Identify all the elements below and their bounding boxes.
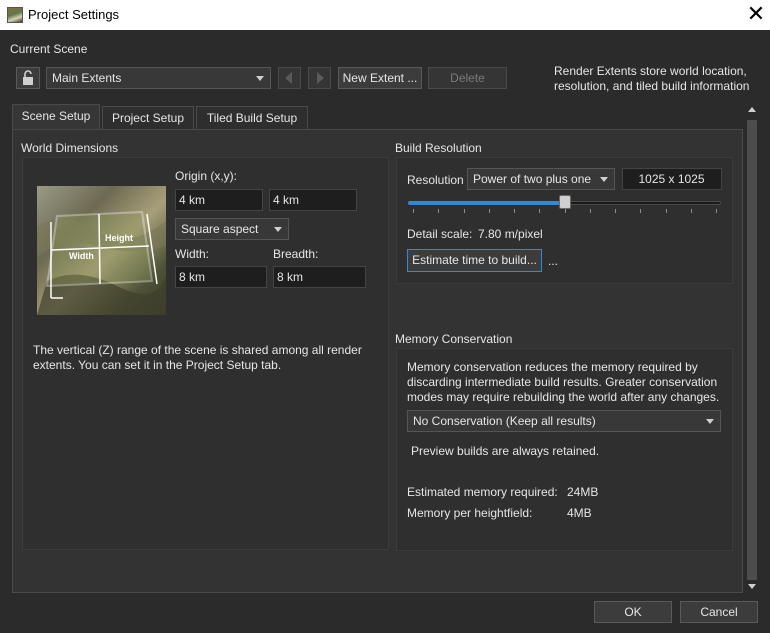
- detail-scale-value: 7.80 m/pixel: [478, 227, 543, 241]
- app-icon: [7, 7, 23, 23]
- origin-x-input[interactable]: 4 km: [175, 189, 263, 211]
- estimate-time-button[interactable]: Estimate time to build...: [407, 249, 542, 272]
- chevron-down-icon: [706, 419, 714, 424]
- resolution-slider-fill: [408, 201, 565, 205]
- conservation-mode-value: No Conservation (Keep all results): [413, 414, 596, 428]
- extent-select-value: Main Extents: [52, 71, 122, 85]
- preview-note: Preview builds are always retained.: [411, 444, 600, 458]
- est-memory-value: 24MB: [567, 485, 599, 499]
- close-icon[interactable]: ✕: [742, 0, 770, 30]
- chevron-down-icon: [256, 76, 264, 81]
- extent-info-line2: resolution, and tiled build information: [554, 79, 750, 93]
- origin-y-input[interactable]: 4 km: [269, 189, 357, 211]
- resolution-mode-select[interactable]: Power of two plus one: [467, 168, 615, 190]
- breadth-label: Breadth:: [273, 247, 319, 261]
- cancel-button[interactable]: Cancel: [680, 601, 758, 623]
- unlock-icon: [23, 70, 33, 85]
- slider-tick: [438, 209, 439, 213]
- arrow-left-icon: [285, 72, 292, 84]
- slider-tick: [691, 209, 692, 213]
- extent-info-line1: Render Extents store world location,: [554, 64, 747, 78]
- scroll-up-icon[interactable]: [747, 104, 757, 116]
- prev-extent-button[interactable]: [278, 67, 301, 89]
- slider-tick: [640, 209, 641, 213]
- build-resolution-heading: Build Resolution: [395, 141, 482, 155]
- tab-project-setup[interactable]: Project Setup: [102, 106, 194, 131]
- slider-tick: [514, 209, 515, 213]
- memory-desc-line2: discarding intermediate build results. G…: [407, 375, 718, 389]
- memory-desc-line1: Memory conservation reduces the memory r…: [407, 360, 698, 374]
- thumb-height-label: Height: [105, 233, 133, 243]
- resolution-mode-value: Power of two plus one: [473, 172, 592, 186]
- z-range-note-line2: extents. You can set it in the Project S…: [33, 358, 282, 372]
- slider-tick: [413, 209, 414, 213]
- aspect-select[interactable]: Square aspect: [175, 218, 289, 240]
- chevron-down-icon: [600, 177, 608, 182]
- delete-extent-button[interactable]: Delete: [428, 67, 507, 89]
- tab-scene-setup[interactable]: Scene Setup: [12, 104, 100, 130]
- chevron-down-icon: [274, 227, 282, 232]
- slider-tick: [666, 209, 667, 213]
- arrow-right-icon: [317, 72, 324, 84]
- resolution-value-field[interactable]: 1025 x 1025: [622, 168, 722, 190]
- next-extent-button[interactable]: [308, 67, 331, 89]
- extent-select[interactable]: Main Extents: [46, 67, 271, 89]
- ok-button[interactable]: OK: [594, 601, 672, 623]
- resolution-slider-thumb[interactable]: [559, 195, 571, 209]
- scrollbar-thumb[interactable]: [747, 120, 757, 580]
- slider-tick: [590, 209, 591, 213]
- breadth-input[interactable]: 8 km: [273, 266, 366, 288]
- per-heightfield-value: 4MB: [567, 506, 592, 520]
- scroll-down-icon[interactable]: [747, 580, 757, 592]
- est-memory-label: Estimated memory required:: [407, 485, 558, 499]
- tab-tiled-build-setup[interactable]: Tiled Build Setup: [196, 106, 308, 131]
- slider-tick: [489, 209, 490, 213]
- per-heightfield-label: Memory per heightfield:: [407, 506, 533, 520]
- new-extent-button[interactable]: New Extent ...: [338, 67, 422, 89]
- thumb-width-label: Width: [69, 251, 94, 261]
- detail-scale-label: Detail scale:: [407, 227, 473, 241]
- width-label: Width:: [175, 247, 210, 261]
- memory-conservation-heading: Memory Conservation: [395, 332, 513, 346]
- conservation-mode-select[interactable]: No Conservation (Keep all results): [407, 410, 721, 432]
- current-scene-heading: Current Scene: [10, 42, 88, 56]
- slider-tick: [615, 209, 616, 213]
- slider-tick: [716, 209, 717, 213]
- estimate-result: ...: [548, 254, 559, 268]
- window-title: Project Settings: [28, 7, 120, 22]
- resolution-label: Resolution: [407, 173, 464, 187]
- terrain-thumbnail: Width Height: [37, 186, 166, 315]
- lock-button[interactable]: [16, 67, 40, 89]
- memory-desc-line3: modes may require rebuilding the world a…: [407, 390, 720, 404]
- slider-tick: [539, 209, 540, 213]
- z-range-note-line1: The vertical (Z) range of the scene is s…: [33, 343, 362, 357]
- width-input[interactable]: 8 km: [175, 266, 267, 288]
- slider-tick: [464, 209, 465, 213]
- aspect-select-value: Square aspect: [181, 222, 259, 236]
- world-dimensions-heading: World Dimensions: [21, 141, 119, 155]
- origin-label: Origin (x,y):: [175, 169, 238, 183]
- slider-tick: [565, 209, 566, 213]
